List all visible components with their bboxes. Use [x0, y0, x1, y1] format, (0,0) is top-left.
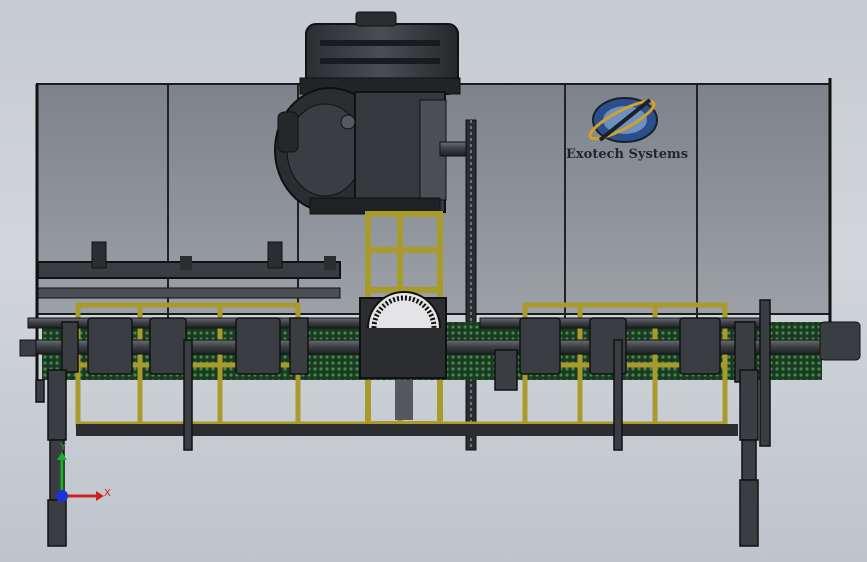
- x-axis-head: [96, 491, 104, 501]
- base-rail: [76, 424, 738, 436]
- central-gearbox: [359, 291, 447, 420]
- engine-assembly: [274, 11, 471, 215]
- y-axis-label: Y: [59, 442, 67, 453]
- logo-text: Exotech Systems: [566, 147, 688, 162]
- cad-model-scene[interactable]: Exotech Systems X Y: [0, 0, 867, 562]
- z-axis-dot: [56, 490, 68, 502]
- x-axis-label: X: [104, 488, 111, 499]
- cad-graphics-viewport[interactable]: Exotech Systems X Y: [0, 0, 867, 562]
- drive-chain: [465, 119, 477, 451]
